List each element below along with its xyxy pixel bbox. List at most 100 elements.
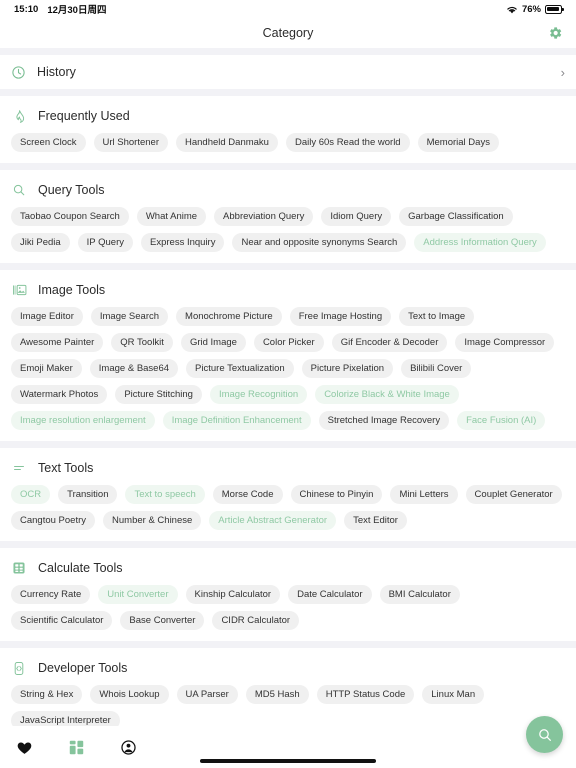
tool-chip[interactable]: Awesome Painter [11,333,104,352]
tool-chip[interactable]: Text to Image [399,307,475,326]
tool-chip[interactable]: Text to speech [125,485,205,504]
tool-chip-list: Currency Rate Unit Converter Kinship Calcu… [11,585,565,630]
tool-chip[interactable]: Image resolution enlargement [11,411,155,430]
tool-chip[interactable]: Memorial Days [417,133,499,152]
tool-chip[interactable]: Base Converter [120,611,205,630]
tool-chip[interactable]: Handheld Danmaku [176,133,278,152]
tool-chip[interactable]: Color Picker [253,333,324,352]
tool-chip[interactable]: Bilibili Cover [401,359,472,378]
tool-chip[interactable]: Near and opposite synonyms Search [232,233,407,252]
tool-chip[interactable]: Free Image Hosting [289,307,392,326]
tool-chip[interactable]: Face Fusion (AI) [457,411,546,430]
chevron-right-icon: › [560,64,565,80]
tool-chip[interactable]: CIDR Calculator [212,611,300,630]
tool-chip[interactable]: QR Toolkit [111,333,173,352]
section-card: Query Tools Taobao Coupon Search What Anim… [0,170,576,263]
tool-chip[interactable]: UA Parser [176,685,238,704]
tool-chip[interactable]: Image Editor [11,307,83,326]
tool-chip-list: Taobao Coupon Search What Anime Abbreviati… [11,207,565,252]
tool-chip[interactable]: Image & Base64 [89,359,179,378]
tool-chip[interactable]: Emoji Maker [11,359,82,378]
tool-chip[interactable]: Chinese to Pinyin [290,485,383,504]
tool-chip[interactable]: Grid Image [180,333,246,352]
person-icon [120,739,136,755]
gear-icon[interactable] [544,22,566,44]
tool-chip[interactable]: Couplet Generator [465,485,562,504]
tool-chip[interactable]: Garbage Classification [399,207,513,226]
tool-chip[interactable]: Picture Textualization [186,359,294,378]
tool-chip[interactable]: What Anime [136,207,207,226]
tool-chip[interactable]: Stretched Image Recovery [318,411,450,430]
status-bar: 15:10 12月30日周四 76% [0,0,576,18]
tool-chip[interactable]: Transition [58,485,118,504]
home-indicator [200,759,376,763]
tool-chip[interactable]: Monochrome Picture [176,307,282,326]
section-header: Image Tools [11,279,565,301]
tool-chip[interactable]: Gif Encoder & Decoder [331,333,448,352]
tool-chip[interactable]: Scientific Calculator [11,611,113,630]
tab-favorites[interactable] [12,735,36,759]
tool-chip[interactable]: Image Search [90,307,169,326]
tool-chip[interactable]: Image Compressor [455,333,555,352]
tool-chip[interactable]: Url Shortener [93,133,168,152]
tool-chip[interactable]: Date Calculator [288,585,372,604]
section-header: Calculate Tools [11,557,565,579]
tool-chip[interactable]: Image Definition Enhancement [162,411,311,430]
tool-chip[interactable]: OCR [11,485,51,504]
tool-chip[interactable]: Colorize Black & White Image [315,385,459,404]
tool-chip[interactable]: Article Abstract Generator [209,511,337,530]
page-title: Category [262,26,314,40]
tool-chip[interactable]: Watermark Photos [11,385,108,404]
section-title: Image Tools [38,283,106,297]
text-lines-icon [11,462,27,474]
tool-chip[interactable]: Linux Man [422,685,485,704]
tool-chip[interactable]: Currency Rate [11,585,91,604]
search-icon [538,728,551,741]
tool-chip[interactable]: Kinship Calculator [185,585,281,604]
section-card: Frequently Used Screen Clock Url Shortener… [0,96,576,163]
tool-chip-list: String & Hex Whois Lookup UA Parser MD5 Has… [11,685,565,730]
code-brackets-icon [11,661,27,676]
tool-chip[interactable]: Cangtou Poetry [11,511,96,530]
tool-chip[interactable]: Screen Clock [11,133,86,152]
section-title: Developer Tools [38,661,128,675]
calculator-icon [11,561,27,575]
search-icon [11,183,27,197]
tool-chip[interactable]: Jiki Pedia [11,233,70,252]
tool-chip[interactable]: IP Query [77,233,133,252]
title-bar: Category [0,18,576,48]
history-label: History [37,65,76,79]
tab-profile[interactable] [116,735,140,759]
tool-chip-list: Screen Clock Url Shortener Handheld Danmak… [11,133,565,152]
tool-chip[interactable]: Idiom Query [321,207,392,226]
tool-chip[interactable]: Number & Chinese [103,511,202,530]
tool-chip[interactable]: Picture Stitching [115,385,202,404]
tool-chip[interactable]: Picture Pixelation [301,359,394,378]
history-card: History › [0,55,576,89]
content-scroll[interactable]: History › Frequently Used Screen Clock Url… [0,55,576,768]
app-screen: 15:10 12月30日周四 76% Category History › Fr… [0,0,576,768]
tool-chip[interactable]: HTTP Status Code [316,685,415,704]
tool-chip[interactable]: Address Information Query [414,233,546,252]
tool-chip[interactable]: Mini Letters [390,485,458,504]
tool-chip[interactable]: MD5 Hash [245,685,309,704]
tool-chip-list: OCR Transition Text to speech Morse Code Chi… [11,485,565,530]
section-title: Calculate Tools [38,561,123,575]
tool-chip[interactable]: Unit Converter [98,585,178,604]
tool-chip[interactable]: Whois Lookup [90,685,169,704]
tool-chip[interactable]: Express Inquiry [141,233,225,252]
tool-chip[interactable]: Morse Code [212,485,283,504]
tab-category[interactable] [64,735,88,759]
tool-chip[interactable]: Text Editor [344,511,407,530]
sidebar-item-history[interactable]: History › [0,55,576,89]
search-fab[interactable] [526,716,563,753]
tool-chip[interactable]: Abbreviation Query [214,207,314,226]
tool-chip[interactable]: Image Recognition [209,385,308,404]
tool-chip[interactable]: String & Hex [11,685,83,704]
section-title: Frequently Used [38,109,130,123]
section-header: Query Tools [11,179,565,201]
tool-chip-list: Image Editor Image Search Monochrome Pictu… [11,307,565,430]
tool-chip[interactable]: Taobao Coupon Search [11,207,129,226]
tool-chip[interactable]: Daily 60s Read the world [285,133,410,152]
tool-chip[interactable]: BMI Calculator [379,585,460,604]
